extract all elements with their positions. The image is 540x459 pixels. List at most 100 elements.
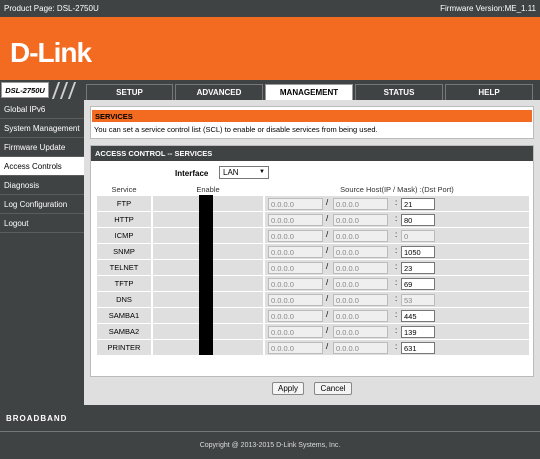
model-label: DSL-2750U	[1, 82, 49, 98]
ip-mask-separator: /	[326, 326, 329, 335]
source-mask-field[interactable]: 0.0.0.0	[333, 310, 388, 322]
dst-port-field[interactable]: 139	[401, 326, 435, 338]
source-host-cell: 0.0.0.0/0.0.0.0:445	[265, 308, 529, 323]
dst-port-field[interactable]: 69	[401, 278, 435, 290]
firmware-version-label: Firmware Version:ME_1.11	[440, 4, 536, 13]
tab-help[interactable]: HELP	[445, 84, 533, 100]
source-mask-field[interactable]: 0.0.0.0	[333, 214, 388, 226]
services-panel: SERVICES You can set a service control l…	[90, 106, 534, 139]
port-separator: :	[395, 198, 398, 207]
footer-copyright: Copyright @ 2013-2015 D-Link Systems, In…	[0, 432, 540, 459]
source-ip-field[interactable]: 0.0.0.0	[268, 246, 323, 258]
table-row: DNS 0.0.0.0/0.0.0.0:53	[97, 292, 529, 307]
source-ip-field[interactable]: 0.0.0.0	[268, 294, 323, 306]
table-row: SAMBA2 0.0.0.0/0.0.0.0:139	[97, 324, 529, 339]
dst-port-field[interactable]: 631	[401, 342, 435, 354]
redaction-bar	[199, 195, 213, 355]
sidebar-item-firmware-update[interactable]: Firmware Update	[0, 138, 84, 157]
source-mask-field[interactable]: 0.0.0.0	[333, 294, 388, 306]
service-name: SAMBA2	[97, 324, 151, 339]
product-page-label: Product Page: DSL-2750U	[4, 4, 99, 13]
source-mask-field[interactable]: 0.0.0.0	[333, 326, 388, 338]
triangle-down-icon: ▼	[259, 169, 265, 175]
tab-setup[interactable]: SETUP	[86, 84, 173, 100]
source-host-cell: 0.0.0.0/0.0.0.0:23	[265, 260, 529, 275]
access-control-title: ACCESS CONTROL -- SERVICES	[91, 146, 533, 161]
sidebar-item-logout[interactable]: Logout	[0, 214, 84, 233]
port-separator: :	[395, 294, 398, 303]
services-title: SERVICES	[92, 110, 532, 122]
service-name: SNMP	[97, 244, 151, 259]
sidebar-item-system-management[interactable]: System Management	[0, 119, 84, 138]
ip-mask-separator: /	[326, 342, 329, 351]
tab-status[interactable]: STATUS	[355, 84, 443, 100]
footer-brand: BROADBAND	[0, 405, 540, 432]
ip-mask-separator: /	[326, 214, 329, 223]
ip-mask-separator: /	[326, 198, 329, 207]
table-header: Service Enable Source Host(IP / Mask) :(…	[97, 185, 529, 194]
dst-port-field[interactable]: 23	[401, 262, 435, 274]
column-header-service: Service	[111, 185, 137, 194]
port-separator: :	[395, 342, 398, 351]
interface-row: Interface LAN ▼	[91, 166, 533, 180]
sidebar-item-diagnosis[interactable]: Diagnosis	[0, 176, 84, 195]
source-ip-field[interactable]: 0.0.0.0	[268, 278, 323, 290]
source-mask-field[interactable]: 0.0.0.0	[333, 198, 388, 210]
interface-select-value: LAN	[223, 168, 239, 177]
header-banner: D-Link	[0, 17, 540, 80]
source-mask-field[interactable]: 0.0.0.0	[333, 342, 388, 354]
port-separator: :	[395, 310, 398, 319]
source-host-cell: 0.0.0.0/0.0.0.0:80	[265, 212, 529, 227]
service-name: SAMBA1	[97, 308, 151, 323]
source-host-cell: 0.0.0.0/0.0.0.0:1050	[265, 244, 529, 259]
dst-port-field[interactable]: 445	[401, 310, 435, 322]
service-name: TFTP	[97, 276, 151, 291]
tab-advanced[interactable]: ADVANCED	[175, 84, 263, 100]
table-row: PRINTER 0.0.0.0/0.0.0.0:631	[97, 340, 529, 355]
sidebar-item-access-controls[interactable]: Access Controls	[0, 157, 84, 176]
source-ip-field[interactable]: 0.0.0.0	[268, 326, 323, 338]
source-mask-field[interactable]: 0.0.0.0	[333, 230, 388, 242]
source-ip-field[interactable]: 0.0.0.0	[268, 214, 323, 226]
source-ip-field[interactable]: 0.0.0.0	[268, 310, 323, 322]
column-header-enable: Enable	[196, 185, 220, 194]
source-host-cell: 0.0.0.0/0.0.0.0:69	[265, 276, 529, 291]
main-content: SERVICES You can set a service control l…	[84, 100, 540, 405]
source-host-cell: 0.0.0.0/0.0.0.0:53	[265, 292, 529, 307]
table-row: HTTP 0.0.0.0/0.0.0.0:80	[97, 212, 529, 227]
service-name: DNS	[97, 292, 151, 307]
cancel-button[interactable]: Cancel	[314, 382, 352, 395]
dlink-logo: D-Link	[10, 37, 92, 68]
interface-select[interactable]: LAN ▼	[219, 166, 269, 179]
dst-port-field[interactable]: 1050	[401, 246, 435, 258]
source-ip-field[interactable]: 0.0.0.0	[268, 230, 323, 242]
ip-mask-separator: /	[326, 294, 329, 303]
port-separator: :	[395, 214, 398, 223]
dst-port-field: 0	[401, 230, 435, 242]
source-ip-field[interactable]: 0.0.0.0	[268, 342, 323, 354]
source-mask-field[interactable]: 0.0.0.0	[333, 262, 388, 274]
port-separator: :	[395, 230, 398, 239]
dst-port-field[interactable]: 21	[401, 198, 435, 210]
table-row: SNMP 0.0.0.0/0.0.0.0:1050	[97, 244, 529, 259]
source-host-cell: 0.0.0.0/0.0.0.0:21	[265, 196, 529, 211]
sidebar-item-global-ipv6[interactable]: Global IPv6	[0, 100, 84, 119]
service-name: ICMP	[97, 228, 151, 243]
source-mask-field[interactable]: 0.0.0.0	[333, 246, 388, 258]
service-name: HTTP	[97, 212, 151, 227]
sidebar-item-log-configuration[interactable]: Log Configuration	[0, 195, 84, 214]
port-separator: :	[395, 278, 398, 287]
tab-management[interactable]: MANAGEMENT	[265, 84, 353, 100]
dst-port-field[interactable]: 80	[401, 214, 435, 226]
apply-button[interactable]: Apply	[272, 382, 304, 395]
table-row: FTP 0.0.0.0/0.0.0.0:21	[97, 196, 529, 211]
port-separator: :	[395, 326, 398, 335]
dst-port-field: 53	[401, 294, 435, 306]
source-mask-field[interactable]: 0.0.0.0	[333, 278, 388, 290]
action-row: Apply Cancel	[84, 382, 540, 396]
table-row: ICMP 0.0.0.0/0.0.0.0:0	[97, 228, 529, 243]
source-ip-field[interactable]: 0.0.0.0	[268, 262, 323, 274]
source-ip-field[interactable]: 0.0.0.0	[268, 198, 323, 210]
port-separator: :	[395, 262, 398, 271]
interface-label: Interface	[175, 169, 209, 178]
